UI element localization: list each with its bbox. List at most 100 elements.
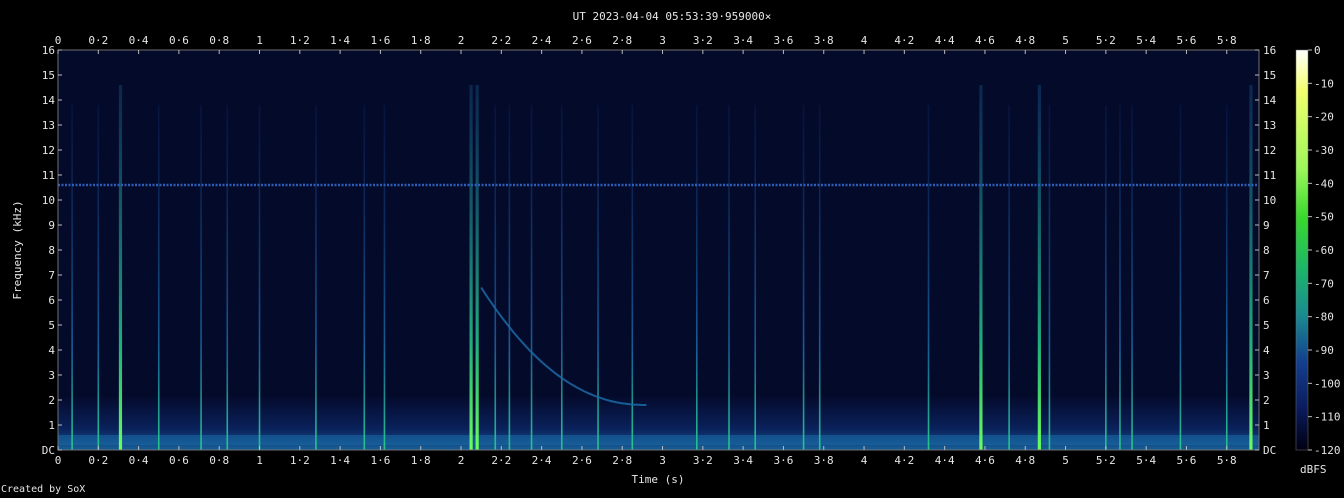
colorbar-tick-label: -90 [1314, 344, 1334, 357]
y-tick-label: 7 [48, 269, 55, 282]
y-tick-label: 2 [1263, 394, 1270, 407]
y-tick-label: 4 [1263, 344, 1270, 357]
spheric-line [200, 105, 202, 450]
spheric-line [728, 105, 730, 450]
x-tick-label: 5 [1062, 454, 1069, 467]
y-tick-label: 8 [1263, 244, 1270, 257]
y-tick-label: 12 [42, 144, 55, 157]
spheric-line [695, 105, 698, 450]
colorbar-tick-label: -80 [1314, 311, 1334, 324]
x-tick-label: 0·8 [209, 454, 229, 467]
colorbar-tick-label: -120 [1314, 444, 1341, 457]
y-tick-label: 14 [1263, 94, 1277, 107]
colorbar [1295, 49, 1309, 451]
spheric-line [71, 105, 73, 450]
x-tick-label: 0 [55, 34, 62, 47]
x-tick-label: 3·4 [733, 34, 753, 47]
x-tick-label: 4·8 [1015, 454, 1035, 467]
y-tick-label: 10 [1263, 194, 1276, 207]
x-tick-label: 1 [256, 454, 263, 467]
x-tick-label: 2·8 [612, 34, 632, 47]
x-tick-label: 4 [861, 34, 868, 47]
x-tick-label: 1·6 [370, 34, 390, 47]
x-tick-label: 5·6 [1177, 454, 1197, 467]
y-tick-label: 1 [1263, 419, 1270, 432]
x-tick-label: 4·2 [894, 34, 914, 47]
x-tick-label: 2·4 [532, 34, 552, 47]
y-tick-label: 16 [42, 44, 55, 57]
x-tick-label: 0·6 [169, 34, 189, 47]
y-tick-label: 3 [48, 369, 55, 382]
x-tick-label: 0·4 [129, 34, 149, 47]
y-tick-label: 5 [48, 319, 55, 332]
x-tick-label: 0·2 [88, 454, 108, 467]
spheric-line [631, 105, 634, 450]
x-tick-label: 4·8 [1015, 34, 1035, 47]
spheric-line [1119, 105, 1121, 450]
spheric-line [1249, 85, 1253, 450]
spheric-line [927, 105, 930, 450]
y-tick-label: 8 [48, 244, 55, 257]
colorbar-ticks: 0 -10 -20 -30 -40 -50 -60 -70 -80 -90 -100 -110 -120 [1308, 44, 1341, 457]
x-tick-label: 3·6 [773, 454, 793, 467]
x-tick-label: 5·2 [1096, 454, 1116, 467]
y-tick-label: 11 [1263, 169, 1276, 182]
x-tick-label: 0·2 [88, 34, 108, 47]
y-tick-label: 5 [1263, 319, 1270, 332]
dc-band [58, 435, 1259, 445]
y-axis-label: Frequency (kHz) [11, 200, 24, 299]
x-tick-label: 0·8 [209, 34, 229, 47]
x-tick-label: 1·4 [330, 454, 350, 467]
x-tick-label: 5·2 [1096, 34, 1116, 47]
x-tick-label: 2·8 [612, 454, 632, 467]
spheric-line [1105, 105, 1107, 450]
y-tick-label: 6 [48, 294, 55, 307]
x-tick-label: 4 [861, 454, 868, 467]
spheric-line [494, 105, 497, 450]
spheric-line [802, 105, 805, 450]
x-tick-label: 3·6 [773, 34, 793, 47]
x-tick-label: 1·8 [411, 454, 431, 467]
x-tick-label: 5·8 [1217, 454, 1237, 467]
y-tick-label: DC [42, 444, 55, 457]
colorbar-tick-label: -60 [1314, 244, 1334, 257]
x-tick-label: 4·4 [935, 454, 955, 467]
x-tick-label: 2·6 [572, 454, 592, 467]
x-tick-label: 3·4 [733, 454, 753, 467]
x-axis-label: Time (s) [632, 473, 685, 486]
y-tick-label: 13 [1263, 119, 1276, 132]
colorbar-tick-label: -10 [1314, 77, 1334, 90]
x-tick-label: 1·8 [411, 34, 431, 47]
y-tick-label: 15 [42, 69, 55, 82]
colorbar-label: dBFS [1300, 463, 1327, 476]
spheric-line [315, 105, 317, 450]
y-tick-label: 9 [48, 219, 55, 232]
spheric-line [469, 85, 473, 450]
spheric-line [818, 105, 821, 450]
y-tick-label: 7 [1263, 269, 1270, 282]
spheric-line [754, 105, 757, 450]
colorbar-tick-label: -20 [1314, 111, 1334, 124]
x-tick-label: 5 [1062, 34, 1069, 47]
spheric-line [226, 105, 229, 450]
y-tick-label: 6 [1263, 294, 1270, 307]
y-tick-label: 14 [42, 94, 56, 107]
colorbar-tick-label: -30 [1314, 144, 1334, 157]
x-tick-label: 4·4 [935, 34, 955, 47]
x-tick-label: 0·4 [129, 454, 149, 467]
colorbar-tick-label: -100 [1314, 377, 1341, 390]
colorbar-tick-label: -70 [1314, 277, 1334, 290]
x-tick-label: 1·2 [290, 454, 310, 467]
x-tick-label: 3 [659, 34, 666, 47]
spheric-line [383, 105, 386, 450]
spheric-line [1048, 105, 1051, 450]
x-tick-label: 0·6 [169, 454, 189, 467]
x-tick-label: 1·6 [370, 454, 390, 467]
y-tick-label: 12 [1263, 144, 1276, 157]
spheric-line [1179, 105, 1182, 450]
colorbar-tick-label: 0 [1314, 44, 1321, 57]
y-tick-label: 13 [42, 119, 55, 132]
spheric-line [363, 105, 366, 450]
noise-floor [58, 50, 1259, 450]
x-tick-label: 2·4 [532, 454, 552, 467]
